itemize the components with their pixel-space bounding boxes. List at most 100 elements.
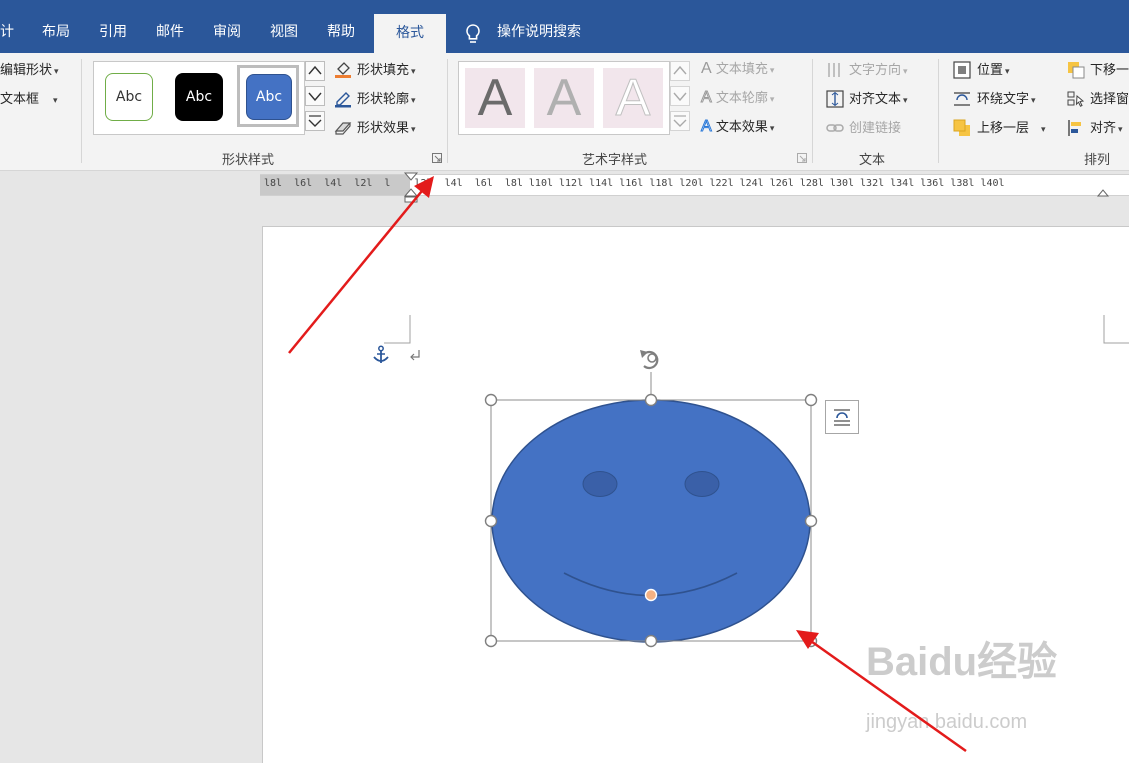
tab-view[interactable]: 视图: [270, 22, 298, 42]
wrap-text-button[interactable]: 环绕文字 ▾: [977, 91, 1036, 110]
chevron-down-icon: ▾: [903, 67, 908, 77]
edit-shape-button[interactable]: 编辑形状 ▾: [0, 62, 59, 81]
gallery-scroll: [305, 61, 326, 133]
selection-pane-button[interactable]: 选择窗: [1090, 91, 1129, 109]
watermark-logo: Baidu经验: [866, 640, 1058, 684]
tab-design[interactable]: 计: [0, 22, 14, 42]
chevron-up-icon: [673, 65, 687, 75]
shape-styles-group-label: 形状样式: [222, 153, 275, 168]
tab-review[interactable]: 审阅: [213, 22, 241, 42]
more-icon: [673, 115, 687, 127]
tab-format[interactable]: 格式: [374, 14, 446, 53]
shape-style-gallery: Abc Abc Abc: [93, 61, 305, 135]
lightbulb-icon: [466, 24, 480, 43]
text-effects-button[interactable]: A 文本效果 ▾: [701, 118, 775, 138]
tab-help[interactable]: 帮助: [327, 22, 355, 42]
chevron-up-icon: [308, 65, 322, 75]
wordart-style-2[interactable]: A: [534, 68, 594, 128]
text-box-label: 文本框: [0, 92, 40, 107]
dialog-launcher-icon[interactable]: [432, 153, 442, 163]
shape-effects-label: 形状效果: [357, 121, 410, 136]
more-icon: [308, 115, 322, 127]
shape-outline-label: 形状轮廓: [357, 92, 410, 107]
gallery-scroll-up[interactable]: [305, 61, 325, 81]
tab-format-label: 格式: [396, 25, 424, 41]
chevron-down-icon: ▾: [769, 95, 775, 105]
bring-forward-icon: [953, 119, 970, 136]
create-link-button[interactable]: 创建链接: [849, 120, 901, 138]
shape-style-swatch-outline[interactable]: Abc: [105, 73, 153, 121]
bring-forward-label: 上移一层: [977, 121, 1030, 136]
align-icon: [1068, 120, 1081, 136]
chevron-down-icon: ▾: [903, 96, 908, 106]
text-outline-button[interactable]: A 文本轮廓 ▾: [701, 89, 775, 109]
group-divider: [447, 59, 448, 163]
text-box-button[interactable]: 文本框 ▾: [0, 91, 58, 110]
text-fill-icon: A: [701, 60, 712, 77]
text-direction-button[interactable]: 文字方向 ▾: [849, 62, 908, 81]
align-button[interactable]: 对齐 ▾: [1090, 120, 1123, 139]
wordart-style-1[interactable]: A: [465, 68, 525, 128]
link-icon: [826, 124, 844, 132]
resize-handle-top-right[interactable]: [804, 393, 818, 407]
shape-style-swatch-selected[interactable]: Abc: [237, 65, 299, 127]
paragraph-mark-icon: [410, 350, 420, 361]
group-divider: [938, 59, 939, 163]
resize-handle-bottom-left[interactable]: [484, 634, 498, 648]
selected-shape-frame[interactable]: [480, 340, 820, 652]
group-divider: [81, 59, 82, 163]
send-backward-icon: [1068, 62, 1085, 79]
wordart-scroll-down[interactable]: [670, 86, 690, 106]
resize-handle-bottom[interactable]: [644, 634, 658, 648]
position-label: 位置: [977, 63, 1004, 78]
rotate-handle[interactable]: [640, 350, 659, 370]
gallery-scroll-down[interactable]: [305, 86, 325, 106]
wordart-scroll-up[interactable]: [670, 61, 690, 81]
tab-layout[interactable]: 布局: [42, 22, 70, 42]
resize-handle-top[interactable]: [644, 393, 658, 407]
shape-effects-button[interactable]: 形状效果 ▾: [357, 120, 416, 139]
resize-handle-bottom-right[interactable]: [804, 634, 818, 648]
wrap-text-icon: [834, 409, 850, 426]
chevron-down-icon: [673, 92, 687, 102]
align-text-button[interactable]: 对齐文本 ▾: [849, 91, 908, 110]
bring-forward-button[interactable]: 上移一层 ▾: [977, 120, 1046, 139]
shape-style-swatch-blue: Abc: [246, 74, 292, 120]
tab-mailings[interactable]: 邮件: [156, 22, 184, 42]
send-backward-button[interactable]: 下移一: [1090, 62, 1129, 80]
shape-outline-button[interactable]: 形状轮廓 ▾: [357, 91, 416, 110]
smiley-face-shape[interactable]: [491, 399, 811, 643]
wordart-scroll: [670, 61, 691, 133]
ruler-labels: l8l l6l l4l l2l l l2l l4l l6l l8l l10l l…: [264, 178, 1005, 189]
tab-references[interactable]: 引用: [99, 22, 127, 42]
right-indent-marker-icon[interactable]: [1096, 182, 1110, 198]
wordart-styles-group-label: 艺术字样式: [582, 153, 648, 168]
shape-fill-label: 形状填充: [357, 63, 410, 78]
text-group-label: 文本: [859, 153, 886, 168]
shape-fill-button[interactable]: 形状填充 ▾: [357, 62, 416, 81]
adjustment-handle[interactable]: [644, 588, 658, 602]
position-icon: [953, 61, 971, 79]
text-effects-label: 文本效果: [715, 120, 768, 135]
chevron-down-icon: ▾: [1031, 96, 1036, 106]
resize-handle-right[interactable]: [804, 514, 818, 528]
resize-handle-top-left[interactable]: [484, 393, 498, 407]
resize-handle-left[interactable]: [484, 514, 498, 528]
wordart-more[interactable]: [670, 111, 690, 131]
dialog-launcher-icon[interactable]: [797, 153, 807, 163]
horizontal-ruler[interactable]: l8l l6l l4l l2l l l2l l4l l6l l8l l10l l…: [260, 174, 1129, 196]
position-button[interactable]: 位置 ▾: [977, 62, 1010, 81]
chevron-down-icon: ▾: [1005, 67, 1010, 77]
wordart-style-3[interactable]: A: [603, 68, 663, 128]
tell-me-search[interactable]: 操作说明搜索: [497, 22, 581, 42]
shape-style-swatch-dark[interactable]: Abc: [175, 73, 223, 121]
indent-marker-icon[interactable]: [402, 170, 420, 204]
gallery-more[interactable]: [305, 111, 325, 131]
layout-options-button[interactable]: [825, 400, 859, 434]
chevron-down-icon: ▾: [54, 67, 59, 77]
align-label: 对齐: [1090, 121, 1117, 136]
chevron-down-icon: ▾: [1041, 125, 1046, 135]
text-fill-button[interactable]: A 文本填充 ▾: [701, 60, 774, 80]
text-direction-icon: [828, 63, 840, 77]
text-direction-label: 文字方向: [849, 63, 902, 78]
